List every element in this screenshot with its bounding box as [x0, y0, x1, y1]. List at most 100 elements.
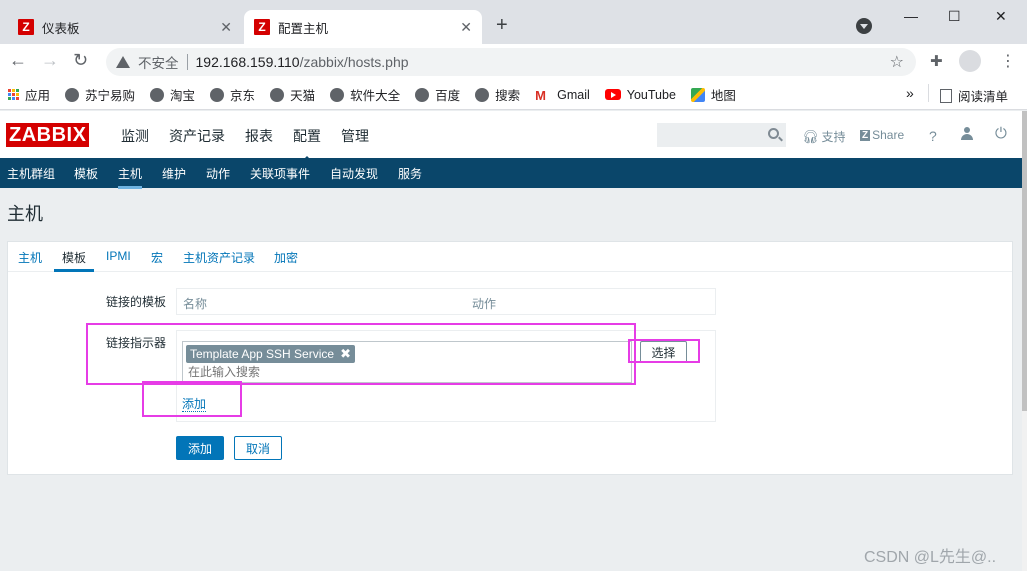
bookmark-apps[interactable]: 应用: [8, 85, 50, 104]
bookmarks-bar: 应用 苏宁易购 淘宝 京东 天猫 软件大全 百度 搜索 M Gmail YouTu…: [0, 80, 1027, 110]
tab-templates[interactable]: 模板: [53, 249, 95, 272]
submenu-actions[interactable]: 动作: [206, 165, 230, 182]
bookmark-jd[interactable]: 京东: [210, 85, 255, 104]
submenu-templates[interactable]: 模板: [74, 165, 98, 182]
maps-icon: [690, 87, 705, 102]
submenu-event-correlation[interactable]: 关联项事件: [250, 165, 310, 182]
bookmark-suning[interactable]: 苏宁易购: [65, 85, 135, 104]
minimize-button[interactable]: —: [904, 8, 918, 24]
back-arrow-icon[interactable]: ←: [9, 50, 27, 71]
tab-encryption[interactable]: 加密: [274, 249, 298, 266]
reading-list-button[interactable]: 阅读清单: [940, 86, 1008, 105]
bookmark-maps[interactable]: 地图: [690, 85, 736, 104]
sub-menu-bar: 主机群组 模板 主机 维护 动作 关联项事件 自动发现 服务: [0, 158, 1022, 189]
gmail-icon: M: [535, 87, 546, 103]
submenu-hosts[interactable]: 主机: [118, 165, 143, 189]
reading-list-icon: [940, 88, 952, 103]
apps-grid-icon: [8, 89, 19, 100]
forward-arrow-icon[interactable]: →: [41, 50, 59, 71]
highlight-box-multiselect: [86, 323, 636, 385]
extensions-puzzle-icon[interactable]: ✚: [930, 52, 943, 70]
submenu-maintenance[interactable]: 维护: [162, 165, 186, 182]
menu-inventory[interactable]: 资产记录: [169, 126, 225, 146]
page-scrollbar-thumb[interactable]: [1022, 111, 1027, 411]
linked-templates-table: 名称 动作: [176, 288, 716, 315]
menu-administration[interactable]: 管理: [341, 126, 369, 146]
submenu-discovery[interactable]: 自动发现: [330, 165, 378, 182]
tab-inventory[interactable]: 主机资产记录: [183, 249, 255, 266]
support-label: 支持: [821, 130, 846, 144]
globe-icon: [415, 87, 430, 102]
cancel-button[interactable]: 取消: [234, 436, 282, 460]
tab-host[interactable]: 主机: [18, 249, 42, 266]
menu-reports[interactable]: 报表: [245, 126, 273, 146]
url-host: 192.168.159.110: [195, 54, 300, 70]
maximize-button[interactable]: ☐: [948, 8, 961, 25]
highlight-box-select: [628, 339, 700, 363]
tab-ipmi[interactable]: IPMI: [106, 249, 131, 263]
url-path: /zabbix/hosts.php: [299, 54, 409, 70]
youtube-icon: [604, 89, 621, 100]
bookmark-taobao[interactable]: 淘宝: [150, 85, 195, 104]
browser-tab-dashboard[interactable]: Z 仪表板 ✕: [8, 10, 242, 44]
insecure-label: 不安全: [138, 56, 179, 71]
browser-tab-strip: Z 仪表板 ✕ Z 配置主机 ✕ + — ☐ ✕: [0, 0, 1027, 44]
globe-icon: [150, 87, 165, 102]
bookmark-star-icon[interactable]: ☆: [890, 52, 904, 72]
help-icon[interactable]: ?: [929, 128, 937, 144]
zabbix-logo[interactable]: ZABBIX: [6, 123, 90, 147]
close-tab-icon[interactable]: ✕: [220, 19, 232, 36]
submenu-services[interactable]: 服务: [398, 165, 422, 182]
browser-tab-config-host[interactable]: Z 配置主机 ✕: [244, 10, 482, 44]
tab-search-icon[interactable]: [856, 18, 872, 34]
profile-avatar-icon[interactable]: [959, 50, 981, 72]
globe-icon: [210, 87, 225, 102]
search-icon[interactable]: [768, 128, 779, 139]
linked-templates-label: 链接的模板: [106, 295, 167, 309]
sign-out-icon[interactable]: ⏻: [995, 125, 1007, 142]
user-profile-icon[interactable]: [961, 127, 973, 141]
column-action-header: 动作: [472, 297, 497, 311]
new-tab-button[interactable]: +: [496, 14, 508, 37]
bookmark-label: 天猫: [290, 89, 316, 103]
bookmark-gmail[interactable]: M Gmail: [535, 87, 590, 103]
globe-icon: [270, 87, 285, 102]
reading-list-label: 阅读清单: [958, 90, 1009, 104]
warning-icon: [116, 56, 130, 68]
bookmark-label: 京东: [230, 89, 256, 103]
globe-icon: [475, 87, 490, 102]
highlight-box-add-link: [142, 381, 242, 417]
support-link[interactable]: 🎧︎ 支持: [802, 128, 846, 145]
page-title: 主机: [7, 204, 43, 224]
menu-monitoring[interactable]: 监测: [121, 126, 149, 146]
add-button[interactable]: 添加: [176, 436, 224, 460]
bookmark-software[interactable]: 软件大全: [330, 85, 400, 104]
share-label: Share: [872, 128, 905, 142]
submenu-host-groups[interactable]: 主机群组: [7, 165, 55, 182]
bookmark-label: YouTube: [626, 87, 676, 102]
menu-configuration[interactable]: 配置: [293, 126, 321, 162]
zabbix-favicon-icon: Z: [18, 19, 34, 35]
zabbix-header: ZABBIX 监测 资产记录 报表 配置 管理 🎧︎ 支持 Z Share ? ⏻: [0, 111, 1022, 162]
bookmark-tmall[interactable]: 天猫: [270, 85, 315, 104]
column-name-header: 名称: [183, 297, 208, 311]
global-search-input[interactable]: [657, 123, 786, 147]
form-tabs: 主机 模板 IPMI 宏 主机资产记录 加密: [8, 242, 1012, 272]
close-tab-icon[interactable]: ✕: [460, 19, 472, 36]
share-z-icon: Z: [860, 129, 871, 141]
headset-icon: 🎧︎: [802, 128, 819, 144]
bookmark-baidu[interactable]: 百度: [415, 85, 460, 104]
bookmark-youtube[interactable]: YouTube: [604, 87, 676, 102]
zabbix-favicon-icon: Z: [254, 19, 270, 35]
browser-menu-icon[interactable]: ⋮: [1000, 51, 1016, 71]
reload-icon[interactable]: ↻: [73, 50, 88, 71]
tab-macros[interactable]: 宏: [151, 249, 163, 266]
share-link[interactable]: Z Share: [860, 128, 904, 142]
close-window-button[interactable]: ✕: [995, 8, 1007, 25]
url-text[interactable]: 192.168.159.110/zabbix/hosts.php: [196, 54, 409, 70]
bookmark-search[interactable]: 搜索: [475, 85, 520, 104]
watermark-text: CSDN @L先生@..: [864, 549, 997, 566]
bookmark-label: 苏宁易购: [85, 89, 136, 103]
bookmarks-more-button[interactable]: »: [906, 85, 914, 101]
address-bar[interactable]: 不安全 192.168.159.110/zabbix/hosts.php ☆: [106, 48, 916, 76]
